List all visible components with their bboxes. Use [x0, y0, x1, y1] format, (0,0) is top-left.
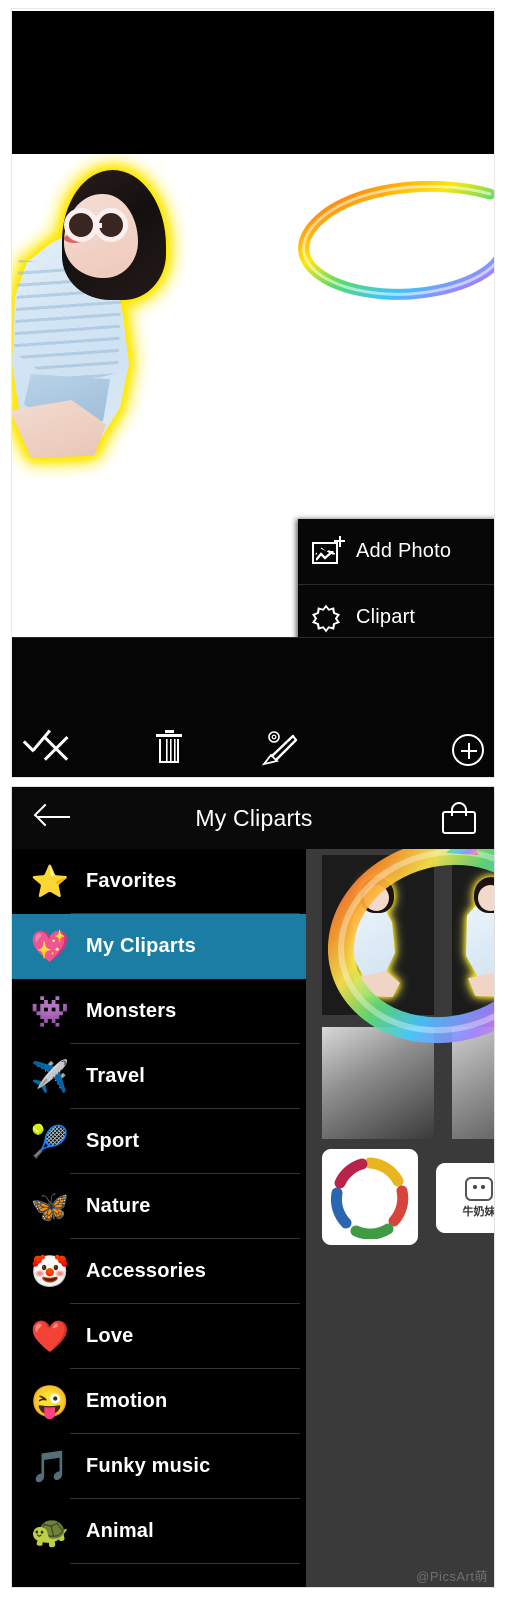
sidebar-item-funky-music[interactable]: 🎵 Funky music: [12, 1434, 306, 1499]
girl-cutout-sticker-2: [458, 871, 494, 999]
clipart-thumbnail[interactable]: [322, 1027, 434, 1139]
shopping-bag-icon[interactable]: [442, 802, 476, 834]
clipart-picker-screen: My Cliparts ⭐ Favorites 💖 My Cliparts 👾 …: [11, 786, 495, 1588]
star-burst-icon: [312, 603, 342, 633]
sidebar-item-label: Funky music: [86, 1455, 211, 1477]
sidebar-item-favorites[interactable]: ⭐ Favorites: [12, 849, 306, 914]
face-icon: 😜: [30, 1383, 70, 1419]
sidebar-item-my-cliparts[interactable]: 💖 My Cliparts: [12, 914, 306, 979]
editor-canvas[interactable]: Add Photo Clipart Callout A Text: [12, 154, 494, 637]
sidebar-item-animal[interactable]: 🐢 Animal: [12, 1499, 306, 1564]
bottom-white-strip: [11, 1588, 495, 1598]
sidebar-item-label: Travel: [86, 1065, 146, 1087]
menu-item-label: Add Photo: [356, 540, 452, 562]
girl-sunglasses: [64, 206, 136, 246]
add-object-popup-menu[interactable]: Add Photo Clipart Callout A Text: [298, 519, 494, 637]
sidebar-item-label: Nature: [86, 1195, 151, 1217]
editor-top-black-band: [12, 11, 494, 154]
add-photo-icon: [312, 535, 345, 567]
milk-card-label: 牛奶妹: [462, 1206, 495, 1218]
done-button[interactable]: [22, 728, 58, 758]
clipart-thumbnail[interactable]: [322, 1149, 418, 1245]
bear-face-icon: [465, 1177, 493, 1201]
editor-bottom-toolbar: [12, 637, 494, 777]
tennis-ball-icon: 🎾: [30, 1123, 70, 1159]
sunglass-bridge: [94, 223, 102, 228]
sidebar-item-label: Animal: [86, 1520, 154, 1542]
clipart-picker-header: My Cliparts: [12, 787, 494, 849]
clipart-thumbnail[interactable]: [452, 1027, 494, 1139]
sidebar-item-accessories[interactable]: 🤡 Accessories: [12, 1239, 306, 1304]
clipart-thumbnail[interactable]: [322, 855, 434, 1015]
category-sidebar: ⭐ Favorites 💖 My Cliparts 👾 Monsters ✈️ …: [12, 849, 306, 1587]
milk-girl-card: 牛奶妹: [436, 1163, 495, 1233]
sidebar-item-emotion[interactable]: 😜 Emotion: [12, 1369, 306, 1434]
girl-cutout-layer[interactable]: [12, 168, 180, 460]
heart-icon: ❤️: [30, 1318, 70, 1354]
clipart-picker-body: ⭐ Favorites 💖 My Cliparts 👾 Monsters ✈️ …: [12, 849, 495, 1587]
editor-screen: Add Photo Clipart Callout A Text: [11, 8, 495, 778]
sidebar-item-label: Sport: [86, 1130, 140, 1152]
clipart-thumbnail[interactable]: 牛奶妹: [436, 1163, 495, 1233]
sidebar-item-sport[interactable]: 🎾 Sport: [12, 1109, 306, 1174]
page-title: My Cliparts: [195, 804, 313, 831]
sidebar-item-label: Favorites: [86, 870, 177, 892]
brush-icon: [261, 731, 298, 766]
dragonfly-icon: 🦋: [30, 1188, 70, 1224]
airplane-icon: ✈️: [30, 1058, 70, 1094]
sidebar-item-label: Monsters: [86, 1000, 177, 1022]
girl-glow-outline: [12, 168, 180, 460]
menu-item-label: Clipart: [356, 606, 416, 628]
sidebar-item-travel[interactable]: ✈️ Travel: [12, 1044, 306, 1109]
clipart-thumbnail-grid[interactable]: 牛奶妹: [306, 849, 495, 1587]
plus-circle-icon: [452, 734, 484, 766]
monster-icon: 👾: [30, 993, 70, 1029]
jester-hat-icon: 🤡: [30, 1253, 70, 1289]
rainbow-brush-stroke: [298, 180, 494, 300]
sidebar-item-label: Emotion: [86, 1390, 168, 1412]
heart-plus-icon: 💖: [30, 928, 70, 964]
plus-badge-icon: [334, 535, 345, 547]
watermark: @PicsArt萌: [416, 1569, 488, 1584]
sidebar-item-monsters[interactable]: 👾 Monsters: [12, 979, 306, 1044]
color-swirl-logo: [330, 1157, 409, 1239]
trash-icon: [156, 730, 182, 737]
sidebar-item-label: Accessories: [86, 1260, 207, 1282]
girl-cutout-sticker: [344, 871, 408, 999]
sidebar-item-label: Love: [86, 1325, 134, 1347]
delete-button[interactable]: [140, 723, 196, 773]
music-note-icon: 🎵: [30, 1448, 70, 1484]
star-icon: ⭐: [30, 863, 70, 899]
sidebar-item-nature[interactable]: 🦋 Nature: [12, 1174, 306, 1239]
add-button[interactable]: [440, 723, 494, 773]
sunglass-left-lens: [64, 208, 98, 242]
menu-item-clipart[interactable]: Clipart: [298, 585, 494, 637]
menu-item-add-photo[interactable]: Add Photo: [298, 519, 494, 585]
brush-button[interactable]: [250, 723, 306, 773]
sidebar-item-label: My Cliparts: [86, 935, 197, 957]
turtle-icon: 🐢: [30, 1513, 70, 1549]
sidebar-item-love[interactable]: ❤️ Love: [12, 1304, 306, 1369]
clipart-thumbnail[interactable]: [452, 855, 494, 1015]
